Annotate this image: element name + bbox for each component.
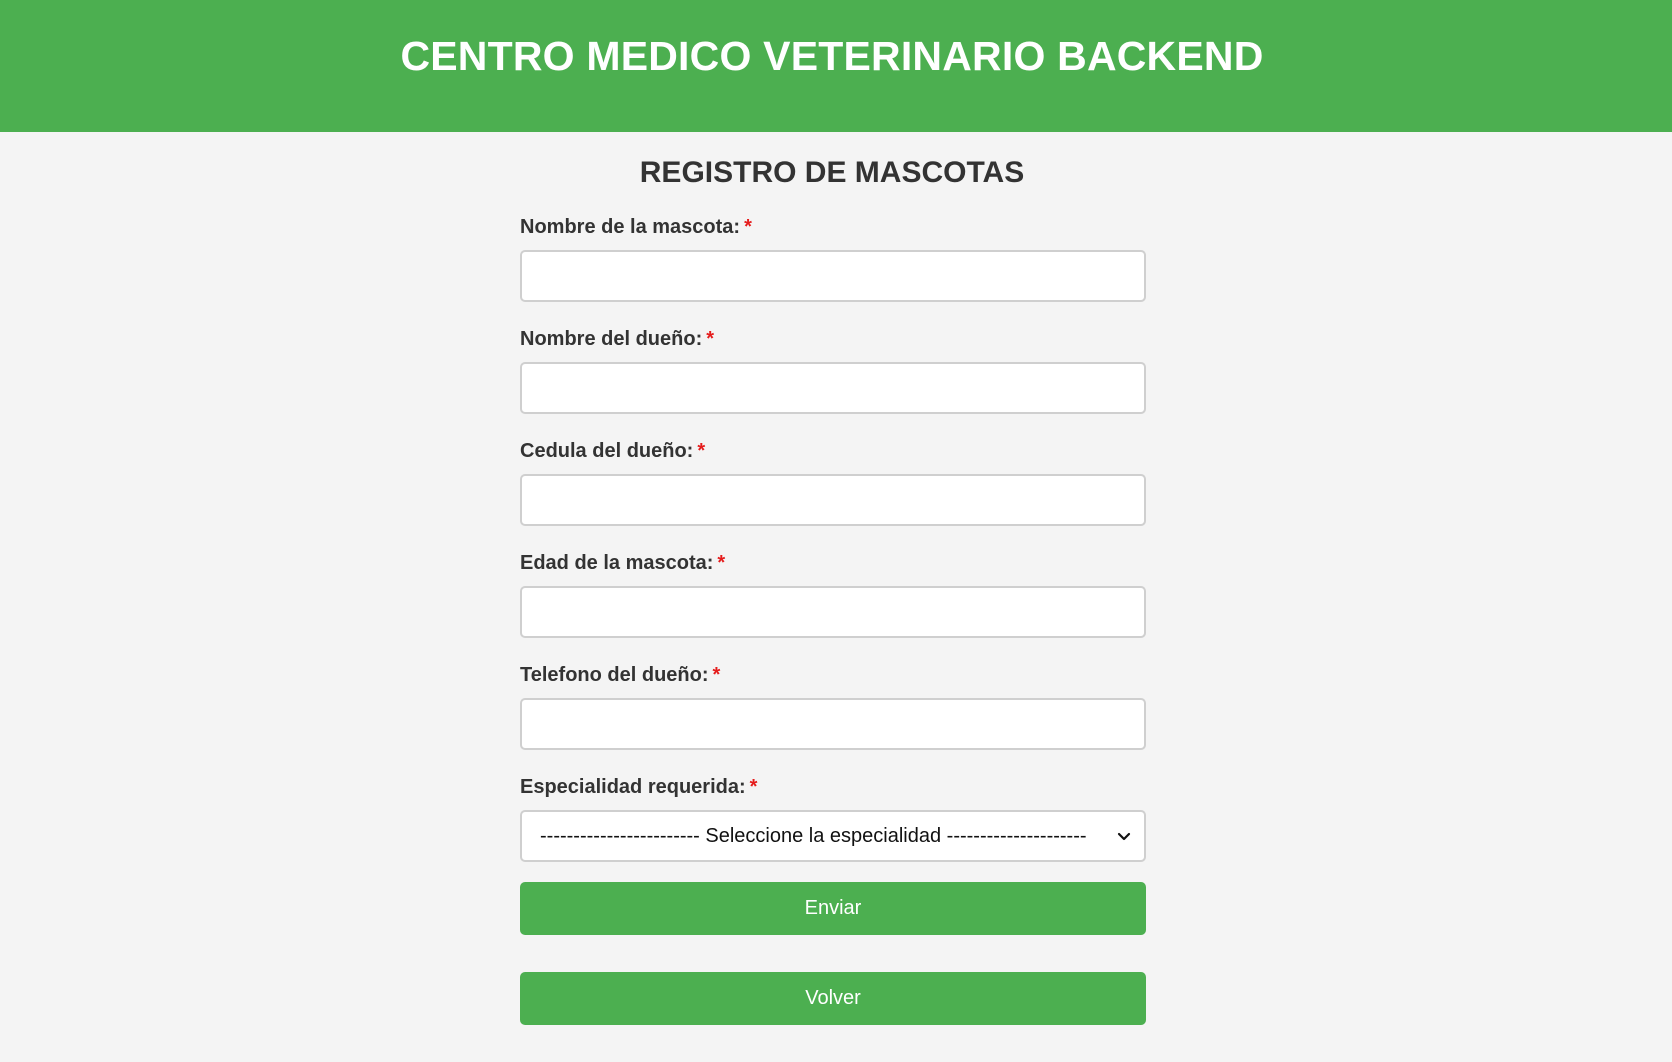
owner-name-input[interactable] <box>520 362 1146 414</box>
chevron-down-icon <box>1117 832 1131 841</box>
pet-age-label: Edad de la mascota: * <box>520 548 1146 578</box>
required-marker: * <box>697 440 706 462</box>
owner-name-label: Nombre del dueño: * <box>520 324 1146 354</box>
owner-phone-label-text: Telefono del dueño: <box>520 664 709 686</box>
required-marker: * <box>717 552 726 574</box>
pet-age-input[interactable] <box>520 586 1146 638</box>
pet-registration-form: Nombre de la mascota: * Nombre del dueño:… <box>520 212 1146 1025</box>
submit-button[interactable]: Enviar <box>520 882 1146 935</box>
form-title: REGISTRO DE MASCOTAS <box>639 156 1025 189</box>
pet-name-label-text: Nombre de la mascota: <box>520 216 741 238</box>
owner-id-label: Cedula del dueño: * <box>520 436 1146 466</box>
owner-phone-input[interactable] <box>520 698 1146 750</box>
site-title: CENTRO MEDICO VETERINARIO BACKEND <box>400 33 1264 79</box>
owner-id-label-text: Cedula del dueño: <box>520 440 694 462</box>
owner-id-input[interactable] <box>520 474 1146 526</box>
required-marker: * <box>706 328 715 350</box>
required-marker: * <box>712 664 721 686</box>
pet-name-label: Nombre de la mascota: * <box>520 212 1146 242</box>
pet-name-input[interactable] <box>520 250 1146 302</box>
required-marker: * <box>744 216 752 238</box>
owner-phone-label: Telefono del dueño: * <box>520 660 1146 690</box>
back-button[interactable]: Volver <box>520 972 1146 1025</box>
owner-name-label-text: Nombre del dueño: <box>520 328 703 350</box>
site-header: CENTRO MEDICO VETERINARIO BACKEND <box>0 0 1672 132</box>
specialty-label: Especialidad requerida: * <box>520 772 1146 802</box>
specialty-select[interactable]: ------------------------ Seleccione la e… <box>520 810 1146 862</box>
pet-age-label-text: Edad de la mascota: <box>520 552 714 574</box>
specialty-label-text: Especialidad requerida: <box>520 776 746 798</box>
specialty-selected-value: ------------------------ Seleccione la e… <box>540 825 1087 847</box>
required-marker: * <box>749 776 758 798</box>
